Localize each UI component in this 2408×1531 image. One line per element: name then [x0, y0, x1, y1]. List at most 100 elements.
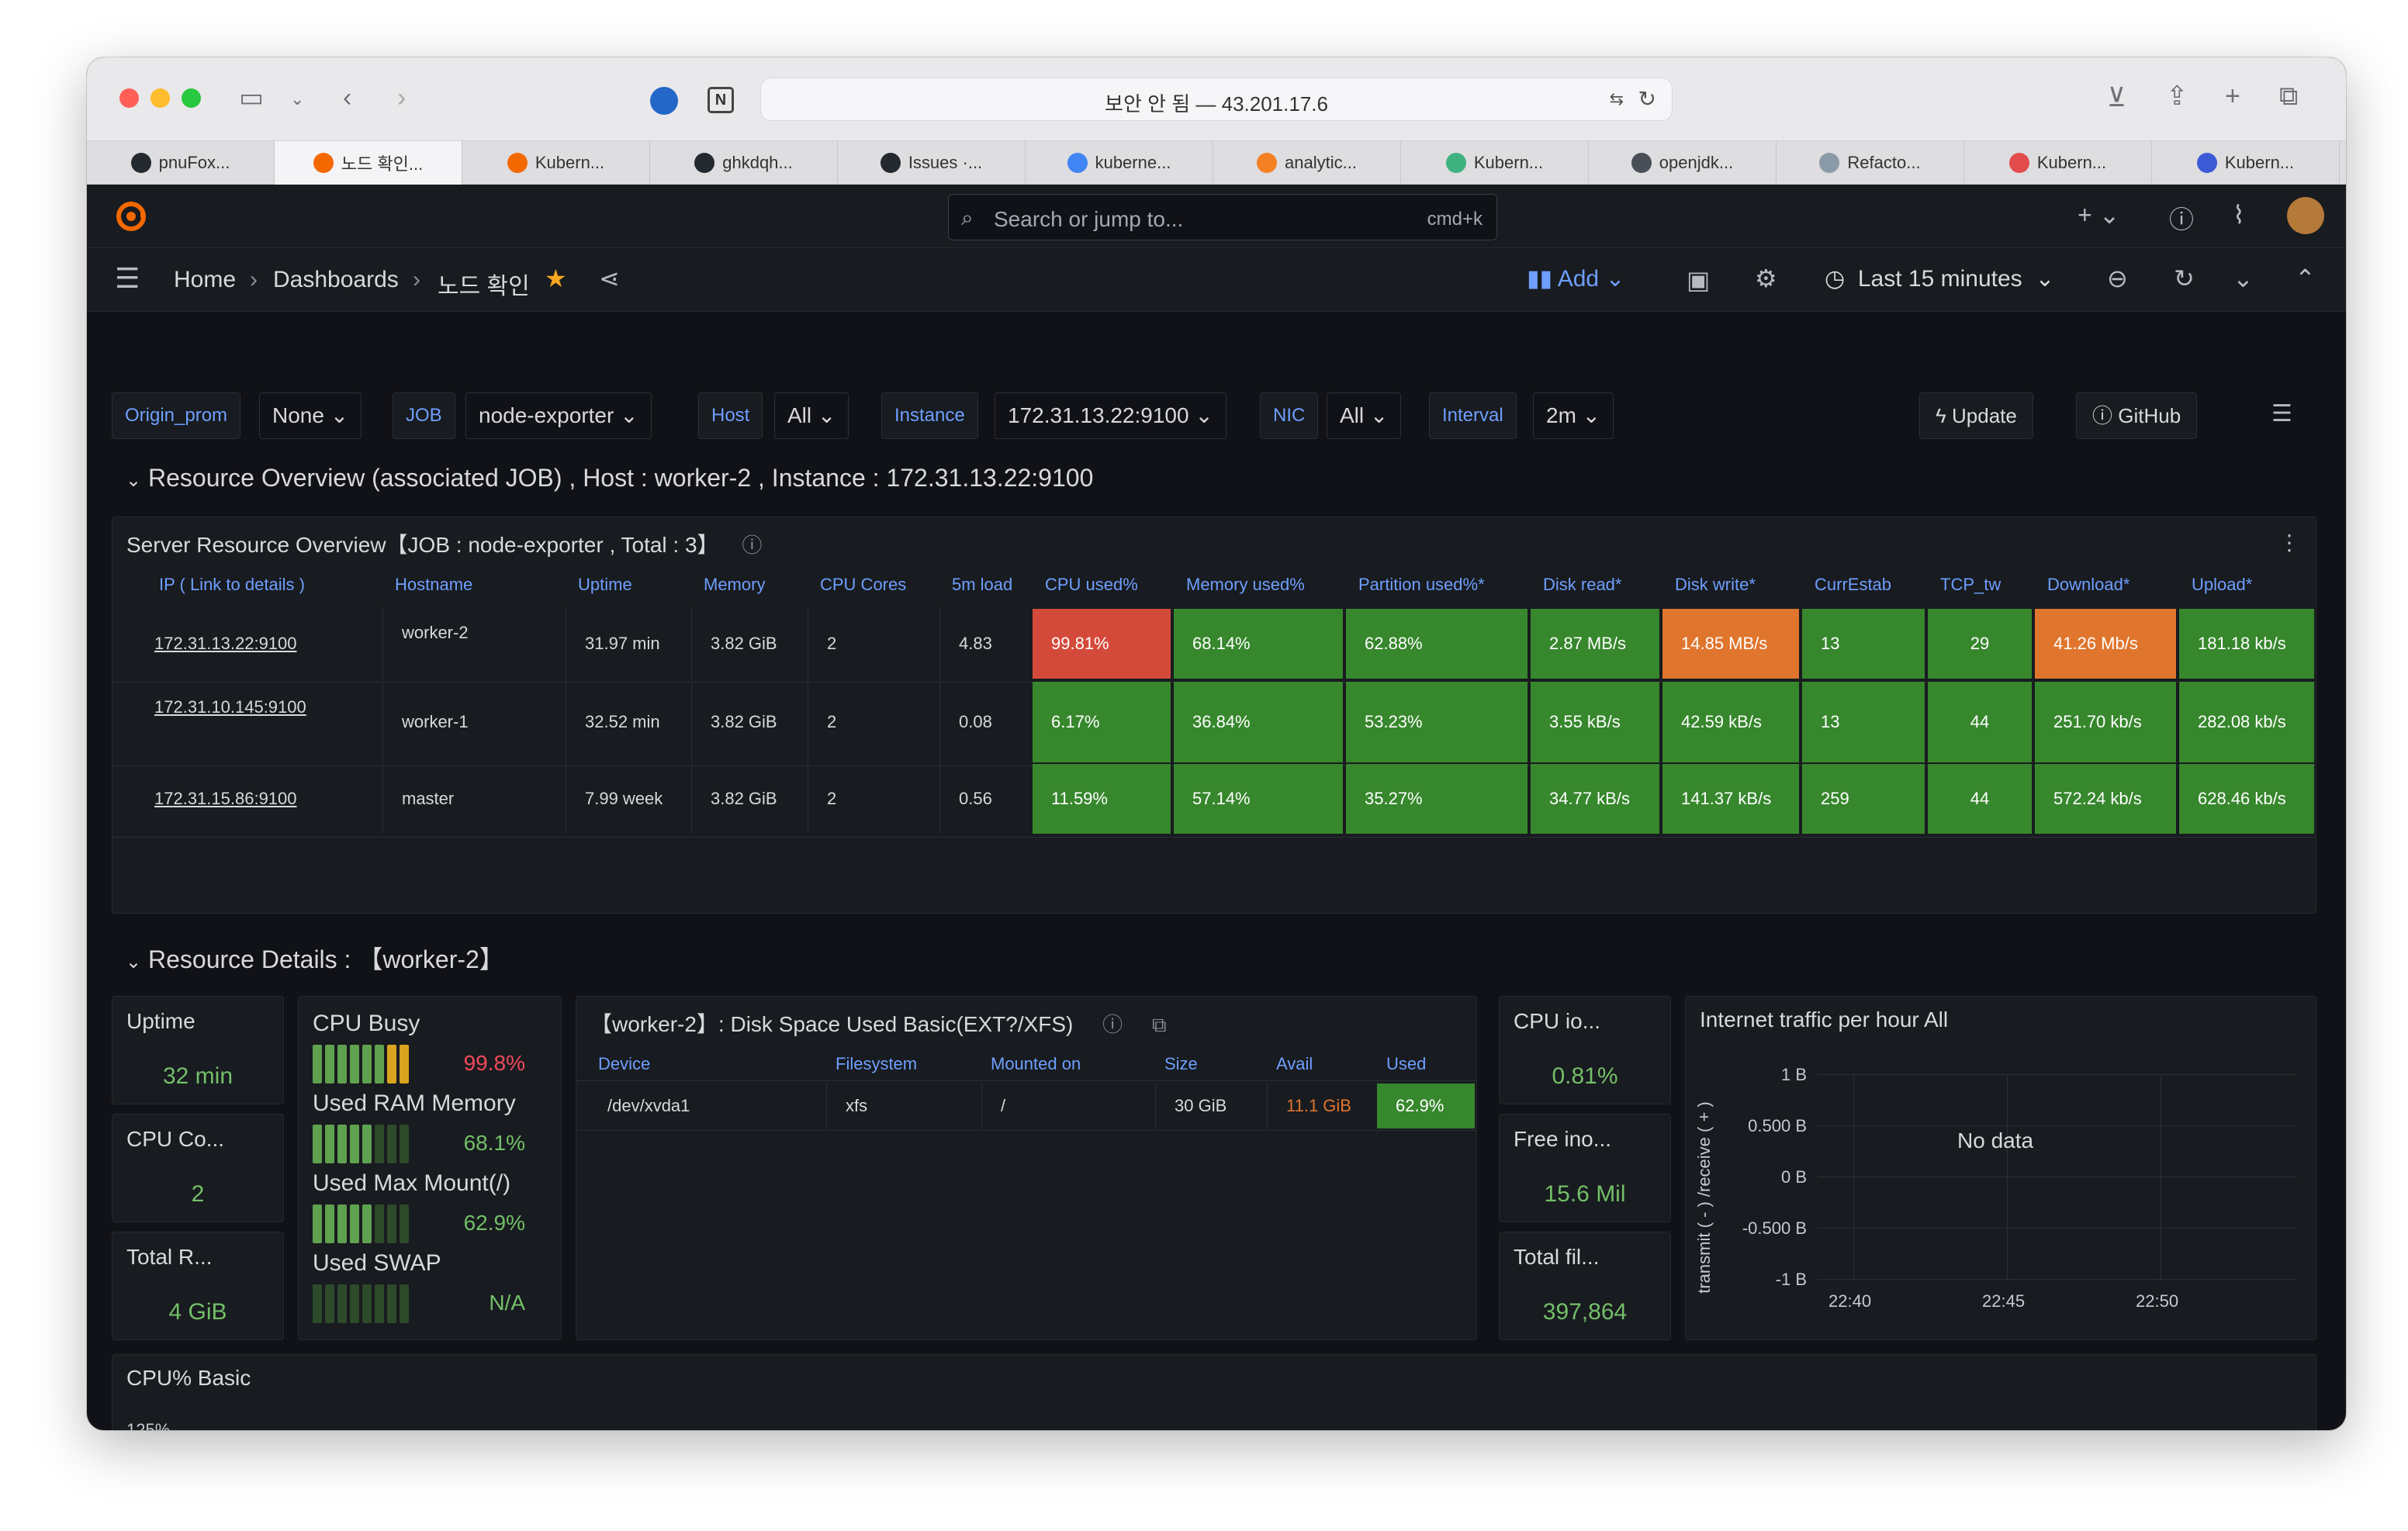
- var-instance-select[interactable]: 172.31.13.22:9100 ⌄: [995, 392, 1226, 439]
- table-header[interactable]: Avail: [1276, 1054, 1313, 1074]
- info-icon[interactable]: ⓘ: [742, 534, 762, 557]
- table-header[interactable]: CPU Cores: [820, 575, 906, 595]
- instance-link[interactable]: 172.31.10.145:9100: [136, 682, 379, 762]
- update-link-button[interactable]: ϟ Update: [1919, 392, 2033, 439]
- table-header[interactable]: CurrEstab: [1815, 575, 1891, 595]
- back-icon[interactable]: ‹: [343, 82, 351, 113]
- gauge-segment: [325, 1125, 334, 1163]
- collapse-icon[interactable]: ⌃: [2295, 264, 2316, 293]
- refresh-icon[interactable]: ↻: [2174, 264, 2195, 293]
- browser-tab[interactable]: Issues ·...: [838, 141, 1026, 185]
- row-title-overview-text: Resource Overview (associated JOB) , Hos…: [148, 464, 1094, 492]
- browser-tab[interactable]: 노드 확인...: [275, 141, 462, 185]
- table-header[interactable]: Device: [598, 1054, 650, 1074]
- browser-tab[interactable]: Kubern...: [1964, 141, 2152, 185]
- help-icon[interactable]: ⓘ: [2169, 200, 2194, 236]
- gauge-value: N/A: [489, 1291, 525, 1315]
- news-rss-icon[interactable]: ⌇: [2233, 200, 2245, 230]
- tab-overview-icon[interactable]: ⧉: [2279, 81, 2298, 112]
- avatar[interactable]: [2287, 197, 2324, 234]
- download-icon[interactable]: ⊻: [2107, 82, 2126, 113]
- sidebar-toggle-icon[interactable]: ▭: [239, 82, 264, 113]
- menu-icon[interactable]: ☰: [115, 262, 140, 295]
- row-title-overview[interactable]: ⌄ Resource Overview (associated JOB) , H…: [126, 464, 1093, 492]
- tab-label: Kubern...: [535, 153, 605, 172]
- table-header[interactable]: CPU used%: [1045, 575, 1138, 595]
- table-header[interactable]: Uptime: [578, 575, 632, 595]
- minimize-window-button[interactable]: [150, 88, 170, 108]
- search-input[interactable]: ⌕ Search or jump to... cmd+k: [948, 194, 1497, 240]
- zoom-window-button[interactable]: [182, 88, 201, 108]
- table-header[interactable]: Download*: [2047, 575, 2129, 595]
- close-window-button[interactable]: [119, 88, 139, 108]
- address-text: 보안 안 됨 — 43.201.17.6: [1105, 92, 1328, 116]
- notion-icon[interactable]: N: [708, 87, 734, 113]
- row-title-details[interactable]: ⌄ Resource Details : 【worker-2】: [126, 940, 504, 976]
- instance-link[interactable]: 172.31.15.86:9100: [136, 764, 379, 834]
- grid-line: [1818, 1125, 2296, 1126]
- browser-window: ▭ ⌄ ‹ › N 보안 안 됨 — 43.201.17.6 ⇆ ↻ ⊻ ⇪ +…: [87, 57, 2346, 1430]
- zoom-out-icon[interactable]: ⊖: [2107, 264, 2128, 293]
- table-header[interactable]: Upload*: [2192, 575, 2252, 595]
- translate-icon[interactable]: ⇆: [1610, 89, 1624, 109]
- browser-tab[interactable]: Kubern...: [1401, 141, 1589, 185]
- var-job-select[interactable]: node-exporter ⌄: [465, 392, 652, 439]
- table-header[interactable]: Disk write*: [1675, 575, 1756, 595]
- table-cell: 3.82 GiB: [691, 682, 804, 762]
- chevron-down-icon[interactable]: ⌄: [290, 84, 304, 115]
- browser-tab[interactable]: Kubern...: [462, 141, 650, 185]
- info-icon[interactable]: ⓘ: [1102, 1013, 1123, 1036]
- add-button[interactable]: ▮▮ Add ⌄: [1527, 265, 1625, 292]
- table-cell: 141.37 kB/s: [1662, 764, 1799, 834]
- github-link-button[interactable]: ⓘ GitHub: [2076, 392, 2198, 439]
- browser-tab[interactable]: ghkdqh...: [650, 141, 838, 185]
- browser-tab[interactable]: Kubern...: [2152, 141, 2340, 185]
- stat-value: 0.81%: [1552, 1063, 1618, 1089]
- browser-tab[interactable]: kuberne...: [1026, 141, 1213, 185]
- browser-tab[interactable]: Refacto...: [1777, 141, 1964, 185]
- table-header[interactable]: Size: [1164, 1054, 1198, 1074]
- table-header[interactable]: Mounted on: [991, 1054, 1081, 1074]
- browser-tab[interactable]: openjdk...: [1589, 141, 1777, 185]
- time-range-picker[interactable]: ◷ Last 15 minutes ⌄: [1825, 265, 2054, 292]
- browser-tab[interactable]: analytic...: [1213, 141, 1401, 185]
- table-header[interactable]: IP ( Link to details ): [159, 575, 305, 595]
- save-icon[interactable]: ▣: [1687, 265, 1710, 295]
- cpu-cores-stat-panel: CPU Co... 2: [112, 1114, 284, 1222]
- table-header[interactable]: TCP_tw: [1940, 575, 2001, 595]
- grafana-logo-icon[interactable]: [113, 199, 149, 234]
- extension-icon[interactable]: [650, 87, 678, 115]
- forward-icon[interactable]: ›: [397, 82, 406, 113]
- var-origin-select[interactable]: None ⌄: [259, 392, 362, 439]
- table-header[interactable]: Disk read*: [1543, 575, 1621, 595]
- external-link-icon[interactable]: ⧉: [1152, 1013, 1167, 1036]
- new-plus-icon[interactable]: + ⌄: [2078, 200, 2119, 230]
- address-bar[interactable]: 보안 안 됨 — 43.201.17.6 ⇆ ↻: [760, 78, 1673, 121]
- reload-icon[interactable]: ↻: [1638, 86, 1656, 112]
- var-host-select[interactable]: All ⌄: [774, 392, 849, 439]
- browser-tab[interactable]: pnuFox...: [87, 141, 275, 185]
- new-tab-icon[interactable]: +: [2225, 81, 2240, 112]
- table-header[interactable]: 5m load: [952, 575, 1012, 595]
- share-icon[interactable]: ⇪: [2166, 81, 2188, 112]
- breadcrumb-dashboards[interactable]: Dashboards: [273, 267, 399, 293]
- table-header[interactable]: Memory used%: [1186, 575, 1305, 595]
- breadcrumb-home[interactable]: Home: [174, 267, 236, 293]
- table-header[interactable]: Filesystem: [836, 1054, 917, 1074]
- table-cell: 36.84%: [1174, 682, 1343, 762]
- panel-menu-icon[interactable]: ⋮: [2278, 530, 2300, 555]
- table-header[interactable]: Used: [1386, 1054, 1426, 1074]
- settings-icon[interactable]: ⚙: [1755, 264, 1777, 293]
- row-divider: [576, 1080, 1476, 1081]
- var-interval-select[interactable]: 2m ⌄: [1533, 392, 1614, 439]
- browser-toolbar: ▭ ⌄ ‹ › N 보안 안 됨 — 43.201.17.6 ⇆ ↻ ⊻ ⇪ +…: [87, 57, 2346, 141]
- dashboard-menu-icon[interactable]: ☰: [2271, 400, 2292, 427]
- table-header[interactable]: Hostname: [395, 575, 472, 595]
- refresh-interval-chevron-icon[interactable]: ⌄: [2233, 264, 2254, 293]
- star-icon[interactable]: ★: [545, 264, 567, 293]
- share-icon[interactable]: ⋖: [599, 264, 620, 293]
- table-header[interactable]: Memory: [704, 575, 765, 595]
- instance-link[interactable]: 172.31.13.22:9100: [136, 609, 379, 679]
- table-header[interactable]: Partition used%*: [1358, 575, 1485, 595]
- var-nic-select[interactable]: All ⌄: [1327, 392, 1402, 439]
